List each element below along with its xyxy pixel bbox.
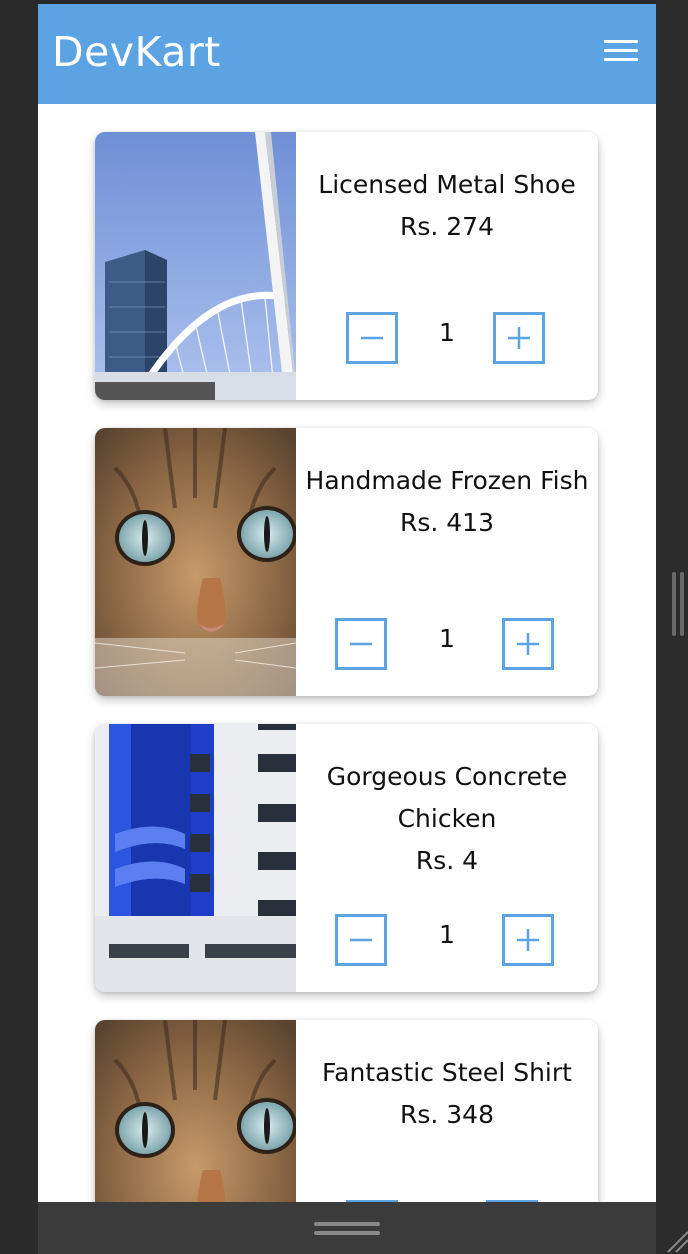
product-card: Licensed Metal Shoe Rs. 274 1	[95, 132, 598, 400]
product-list: Licensed Metal Shoe Rs. 274 1 Handmade F…	[38, 104, 656, 1202]
product-card: Handmade Frozen Fish Rs. 413 1	[95, 428, 598, 696]
device-frame-left	[0, 0, 38, 1254]
quantity-value: 1	[439, 920, 455, 949]
product-image-building-bridge	[95, 132, 296, 400]
product-price: Rs. 348	[399, 1100, 494, 1129]
product-name[interactable]: Fantastic Steel Shirt	[302, 1052, 592, 1094]
product-name[interactable]: Gorgeous Concrete Chicken	[302, 756, 592, 840]
app-viewport: DevKart Licensed Metal Shoe Rs. 274 1 Ha…	[38, 4, 656, 1202]
product-info: Licensed Metal Shoe Rs. 274 1	[296, 132, 598, 400]
product-card: Gorgeous Concrete Chicken Rs. 4 1	[95, 724, 598, 992]
product-image-blue-building	[95, 724, 296, 992]
product-name[interactable]: Licensed Metal Shoe	[302, 164, 592, 206]
quantity-stepper: 1	[296, 618, 598, 676]
quantity-value: 1	[439, 318, 455, 347]
product-name-and-price: Gorgeous Concrete Chicken Rs. 4	[302, 756, 592, 882]
product-name-and-price: Handmade Frozen Fish Rs. 413	[302, 460, 592, 544]
scrollbar-handle[interactable]	[672, 572, 686, 636]
product-name-and-price: Licensed Metal Shoe Rs. 274	[302, 164, 592, 248]
product-info: Gorgeous Concrete Chicken Rs. 4 1	[296, 724, 598, 992]
increase-quantity-button[interactable]	[493, 312, 545, 364]
product-image-cat	[95, 428, 296, 696]
decrease-quantity-button[interactable]	[335, 618, 387, 670]
minus-icon	[350, 938, 372, 942]
increase-quantity-button[interactable]	[502, 914, 554, 966]
decrease-quantity-button[interactable]	[335, 914, 387, 966]
brand-logo[interactable]: DevKart	[52, 28, 221, 76]
minus-icon	[350, 642, 372, 646]
plus-icon	[517, 929, 539, 951]
quantity-stepper: 1	[296, 312, 598, 370]
quantity-stepper: 1	[296, 914, 598, 972]
product-price: Rs. 4	[415, 846, 479, 875]
product-info: Handmade Frozen Fish Rs. 413 1	[296, 428, 598, 696]
home-indicator-icon[interactable]	[314, 1222, 380, 1240]
product-name[interactable]: Handmade Frozen Fish	[302, 460, 592, 502]
product-price: Rs. 274	[399, 212, 494, 241]
product-card: Fantastic Steel Shirt Rs. 348 1	[95, 1020, 598, 1202]
increase-quantity-button[interactable]	[502, 618, 554, 670]
product-image-cat	[95, 1020, 296, 1202]
plus-icon	[508, 327, 530, 349]
plus-icon	[517, 633, 539, 655]
minus-icon	[361, 336, 383, 340]
quantity-value: 1	[439, 624, 455, 653]
product-name-and-price: Fantastic Steel Shirt Rs. 348	[302, 1052, 592, 1136]
bottom-bar	[38, 1202, 656, 1254]
product-price: Rs. 413	[399, 508, 494, 537]
resize-grip-icon[interactable]	[662, 1214, 688, 1254]
product-info: Fantastic Steel Shirt Rs. 348 1	[296, 1020, 598, 1202]
decrease-quantity-button[interactable]	[346, 312, 398, 364]
hamburger-menu-icon[interactable]	[604, 40, 638, 64]
app-header: DevKart	[38, 4, 656, 104]
